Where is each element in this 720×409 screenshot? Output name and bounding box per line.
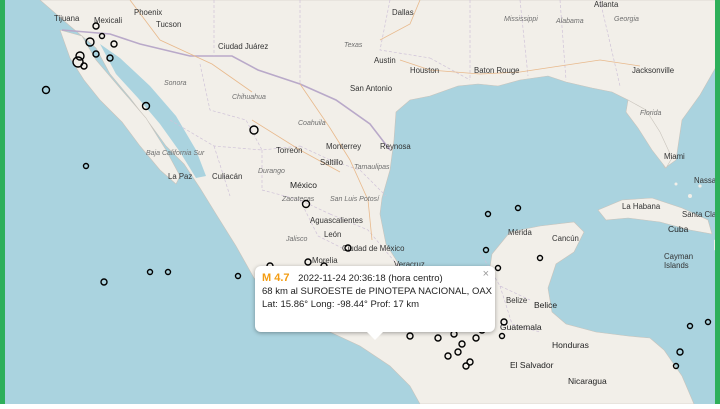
quake-marker [106, 54, 114, 62]
quake-marker [494, 264, 502, 272]
quake-marker [500, 318, 508, 326]
quake-marker [146, 268, 154, 276]
quake-marker [41, 85, 51, 95]
quake-marker [454, 348, 462, 356]
quake-marker [100, 278, 108, 286]
quake-marker [92, 22, 100, 30]
quake-marker [344, 244, 352, 252]
quake-marker [301, 199, 311, 209]
quake-marker [249, 125, 259, 135]
popup-header-row: M 4.7 2022-11-24 20:36:18 (hora centro) [262, 272, 487, 285]
quake-marker [482, 246, 490, 254]
quake-marker [406, 332, 414, 340]
quake-marker [672, 362, 680, 370]
quake-marker [462, 362, 470, 370]
event-coordinates: Lat: 15.86° Long: -98.44° Prof: 17 km [262, 299, 420, 310]
quake-marker [498, 332, 506, 340]
quake-marker [536, 254, 544, 262]
quake-marker [110, 40, 118, 48]
close-icon[interactable]: × [483, 268, 489, 281]
magnitude-label: M 4.7 [262, 272, 290, 284]
event-location: 68 km al SUROESTE de PINOTEPA NACIONAL, … [262, 286, 493, 297]
quake-marker [92, 50, 100, 58]
earthquake-popup: × M 4.7 2022-11-24 20:36:18 (hora centro… [255, 266, 495, 340]
quake-marker [164, 268, 172, 276]
quake-marker [75, 51, 85, 61]
quake-marker [484, 210, 492, 218]
quake-marker [434, 334, 442, 342]
quake-marker [676, 348, 684, 356]
quake-marker [82, 162, 90, 170]
earthquake-markers [41, 22, 712, 370]
quake-marker [444, 352, 452, 360]
quake-marker [85, 37, 95, 47]
quake-marker [304, 258, 312, 266]
event-datetime: 2022-11-24 20:36:18 (hora centro) [298, 273, 443, 284]
quake-marker [686, 322, 694, 330]
quake-marker [704, 318, 712, 326]
map-canvas[interactable]: Tijuana Mexicali Phoenix Tucson Dallas A… [0, 0, 720, 405]
quake-marker [458, 340, 466, 348]
quake-marker [98, 32, 106, 40]
quake-marker [472, 334, 480, 342]
quake-marker [234, 272, 242, 280]
quake-marker [141, 101, 151, 111]
quake-marker [514, 204, 522, 212]
